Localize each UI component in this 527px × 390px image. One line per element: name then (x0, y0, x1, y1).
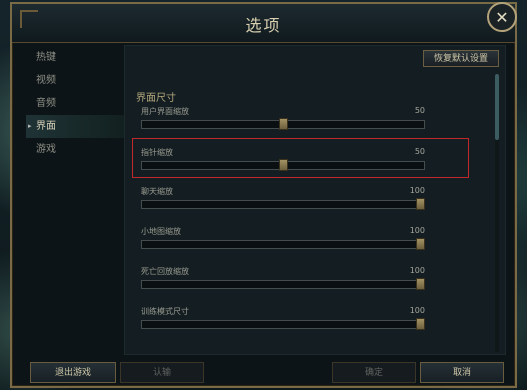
setting-practice-tool-size: 训练模式尺寸 100 (141, 306, 425, 342)
sidebar-item-game[interactable]: 游戏 (26, 138, 126, 161)
exit-game-button[interactable]: 退出游戏 (30, 362, 116, 383)
slider-thumb[interactable] (416, 198, 425, 210)
options-dialog: 选项 ✕ 热键 视频 音频 ▸ 界面 游戏 恢复默认设置 界面尺寸 用户界面缩放… (10, 2, 517, 388)
sidebar-item-label: 热键 (36, 52, 56, 63)
setting-chat-scale: 聊天缩放 100 (141, 186, 425, 222)
sidebar-item-label: 界面 (36, 121, 56, 132)
setting-minimap-scale: 小地图缩放 100 (141, 226, 425, 262)
dialog-titlebar: 选项 (12, 4, 515, 43)
sidebar-item-label: 游戏 (36, 144, 56, 155)
setting-label: 用户界面缩放 (141, 107, 189, 116)
reset-defaults-button[interactable]: 恢复默认设置 (423, 50, 499, 67)
slider-track[interactable] (141, 240, 425, 249)
ok-button[interactable]: 确定 (332, 362, 416, 383)
slider-track[interactable] (141, 320, 425, 329)
cancel-button[interactable]: 取消 (420, 362, 504, 383)
slider-thumb[interactable] (279, 159, 288, 171)
setting-death-recap-scale: 死亡回放缩放 100 (141, 266, 425, 302)
setting-label: 死亡回放缩放 (141, 267, 189, 276)
setting-value: 100 (409, 226, 425, 235)
sidebar-item-video[interactable]: 视频 (26, 69, 126, 92)
close-button[interactable]: ✕ (487, 2, 517, 32)
slider-thumb[interactable] (416, 278, 425, 290)
setting-label: 小地图缩放 (141, 227, 181, 236)
active-marker-icon: ▸ (28, 122, 32, 130)
slider-thumb[interactable] (279, 118, 288, 130)
setting-value: 100 (409, 266, 425, 275)
close-icon: ✕ (495, 8, 509, 27)
setting-value: 100 (409, 306, 425, 315)
setting-value: 50 (414, 106, 425, 115)
section-title: 界面尺寸 (136, 93, 176, 104)
sidebar-item-hotkeys[interactable]: 热键 (26, 46, 126, 69)
slider-thumb[interactable] (416, 318, 425, 330)
setting-label: 指针缩放 (141, 148, 173, 157)
slider-track[interactable] (141, 280, 425, 289)
options-sidebar: 热键 视频 音频 ▸ 界面 游戏 (26, 46, 126, 161)
sidebar-item-label: 音频 (36, 98, 56, 109)
setting-value: 50 (414, 147, 425, 156)
scrollbar-thumb[interactable] (495, 74, 499, 140)
setting-value: 100 (409, 186, 425, 195)
settings-scrollbar[interactable] (495, 74, 499, 352)
settings-panel: 恢复默认设置 界面尺寸 用户界面缩放 50 指针缩放 50 聊天缩放 100 小… (124, 45, 506, 355)
sidebar-item-interface[interactable]: ▸ 界面 (26, 115, 126, 138)
setting-label: 聊天缩放 (141, 187, 173, 196)
setting-ui-scale: 用户界面缩放 50 (141, 106, 425, 142)
slider-thumb[interactable] (416, 238, 425, 250)
sidebar-item-audio[interactable]: 音频 (26, 92, 126, 115)
sidebar-item-label: 视频 (36, 75, 56, 86)
setting-cursor-scale: 指针缩放 50 (141, 147, 425, 183)
slider-track[interactable] (141, 200, 425, 209)
surrender-button[interactable]: 认输 (120, 362, 204, 383)
setting-label: 训练模式尺寸 (141, 307, 189, 316)
dialog-title: 选项 (245, 16, 282, 35)
